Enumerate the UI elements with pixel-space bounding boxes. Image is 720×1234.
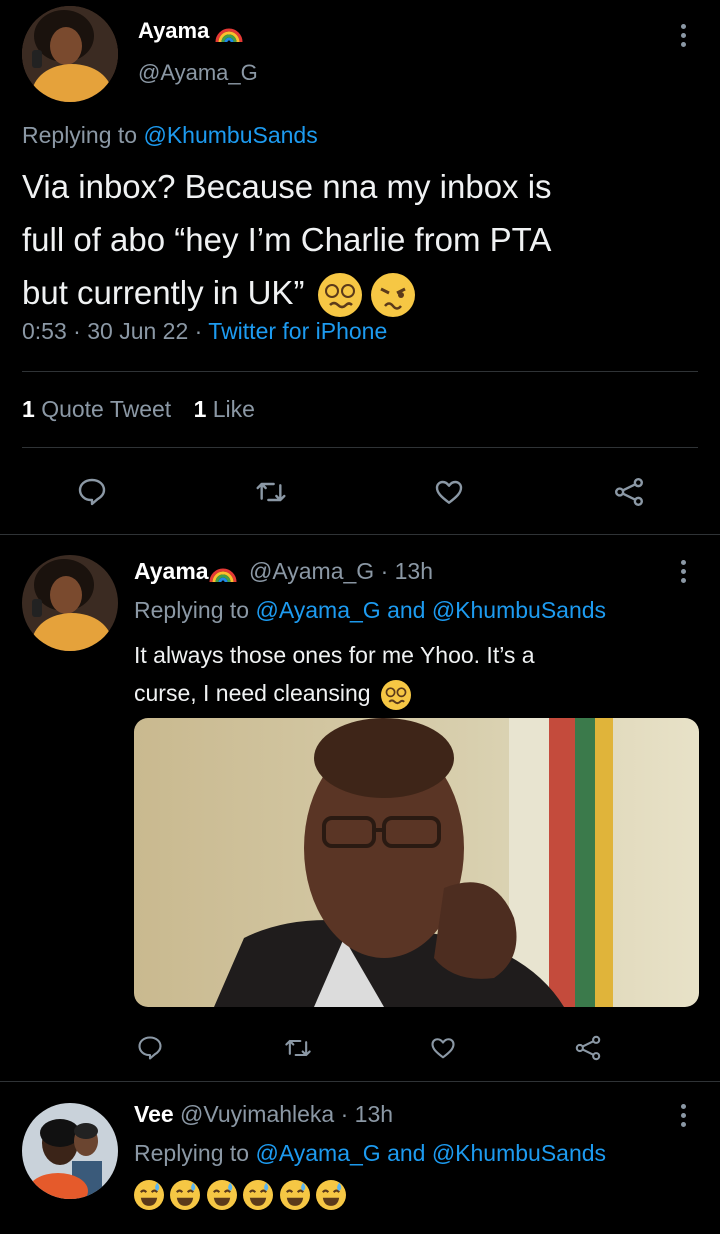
mention-link[interactable]: @KhumbuSands xyxy=(432,597,606,623)
grinning-sweat-face-icon xyxy=(316,1180,347,1210)
woozy-face-icon xyxy=(380,679,411,710)
avatar[interactable] xyxy=(22,555,118,651)
avatar[interactable] xyxy=(22,6,118,102)
retweet-icon[interactable] xyxy=(283,1034,313,1062)
divider xyxy=(0,534,720,535)
reply-icon[interactable] xyxy=(76,476,108,508)
author-name[interactable]: Vee xyxy=(134,1101,174,1127)
tweet-meta: 0:53 · 30 Jun 22 · Twitter for iPhone xyxy=(22,318,388,344)
emoji-row xyxy=(134,1180,347,1214)
divider xyxy=(22,447,698,448)
share-icon[interactable] xyxy=(612,476,646,508)
share-icon[interactable] xyxy=(573,1034,603,1062)
grinning-sweat-face-icon xyxy=(134,1180,164,1210)
author-handle[interactable]: @Ayama_G xyxy=(249,558,374,584)
divider xyxy=(22,371,698,372)
replying-to: Replying to @KhumbuSands xyxy=(22,122,318,148)
mention-link[interactable]: @Ayama_G xyxy=(255,597,380,623)
tweet-text: It always those ones for me Yhoo. It’s a… xyxy=(134,636,535,712)
mention-link[interactable]: @KhumbuSands xyxy=(143,122,317,148)
mention-link[interactable]: @Ayama_G xyxy=(255,1140,380,1166)
replying-to: Replying to @Ayama_G and @KhumbuSands xyxy=(134,597,607,623)
grinning-sweat-face-icon xyxy=(170,1180,201,1210)
more-icon[interactable] xyxy=(681,560,687,587)
timestamp[interactable]: 13h xyxy=(395,558,433,584)
tweet-text: Via inbox? Because nna my inbox is full … xyxy=(22,160,552,319)
engagement-stats: 1 Quote Tweet 1 Like xyxy=(22,396,255,423)
rainbow-icon xyxy=(209,560,237,582)
mention-link[interactable]: @KhumbuSands xyxy=(432,1140,606,1166)
like-icon[interactable] xyxy=(428,1034,458,1062)
rainbow-icon xyxy=(215,20,243,42)
replying-to: Replying to @Ayama_G and @KhumbuSands xyxy=(134,1140,607,1166)
grinning-sweat-face-icon xyxy=(206,1180,237,1210)
more-icon[interactable] xyxy=(681,24,687,51)
reply-header: Vee @Vuyimahleka · 13h xyxy=(134,1101,394,1127)
reply-icon[interactable] xyxy=(136,1034,164,1062)
woozy-face-icon xyxy=(370,273,415,318)
like-icon[interactable] xyxy=(432,476,466,508)
author-handle[interactable]: @Vuyimahleka xyxy=(180,1101,334,1127)
grinning-sweat-face-icon xyxy=(279,1180,310,1210)
more-icon[interactable] xyxy=(681,1104,687,1131)
avatar[interactable] xyxy=(22,1103,118,1199)
quote-tweets-stat[interactable]: 1 Quote Tweet xyxy=(22,396,178,422)
woozy-face-icon xyxy=(317,273,362,318)
source-link[interactable]: Twitter for iPhone xyxy=(208,318,387,344)
retweet-icon[interactable] xyxy=(254,476,288,508)
reply-header: Ayama @Ayama_G · 13h xyxy=(134,558,434,584)
tweet-media-image[interactable] xyxy=(134,718,699,1007)
grinning-sweat-face-icon xyxy=(243,1180,274,1210)
timestamp[interactable]: 13h xyxy=(355,1101,393,1127)
likes-stat[interactable]: 1 Like xyxy=(194,396,255,422)
author-name[interactable]: Ayama xyxy=(134,558,209,584)
divider xyxy=(0,1081,720,1082)
author-handle[interactable]: @Ayama_G xyxy=(138,60,258,86)
author-name[interactable]: Ayama xyxy=(138,18,209,43)
